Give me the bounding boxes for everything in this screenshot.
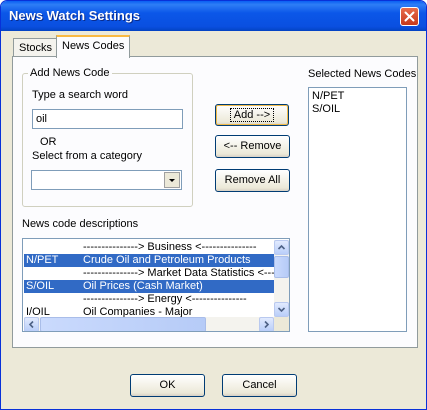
remove-all-button[interactable]: Remove All [215,169,290,192]
add-news-code-legend: Add News Code [28,67,112,79]
add-button[interactable]: Add --> [215,104,289,126]
chevron-down-icon [277,307,286,313]
code-cell: N/PET [26,254,59,266]
chevron-left-icon [28,320,34,329]
ok-button[interactable]: OK [130,374,205,397]
category-dropdown-button[interactable] [164,172,180,188]
description-cell: Crude Oil and Petroleum Products [83,254,251,266]
settings-dialog: News Watch Settings Stocks News Codes Ad… [0,0,427,410]
list-item[interactable]: S/OIL [312,103,403,116]
vertical-scroll-thumb[interactable] [274,256,289,278]
title-bar[interactable]: News Watch Settings [1,1,426,31]
scrollbar-corner [274,317,289,331]
category-header: ---------------> Market Data Statistics … [83,267,274,279]
or-label: OR [40,136,57,148]
list-item[interactable]: N/PET Crude Oil and Petroleum Products [24,254,274,267]
news-code-descriptions-list[interactable]: ---------------> Business <-------------… [22,238,290,332]
selected-codes-list[interactable]: N/PET S/OIL [308,87,407,332]
add-button-label: Add --> [229,108,275,122]
scroll-down-button[interactable] [274,302,289,317]
window-title: News Watch Settings [9,8,140,23]
category-label: Select from a category [32,150,143,162]
list-item[interactable]: S/OIL Oil Prices (Cash Market) [24,280,274,293]
chevron-up-icon [277,244,286,250]
category-select[interactable] [31,170,182,190]
tab-news-codes[interactable]: News Codes [56,35,131,58]
list-item[interactable]: ---------------> Market Data Statistics … [24,267,274,280]
scroll-right-button[interactable] [259,317,274,331]
chevron-down-icon [169,179,175,182]
vertical-scrollbar[interactable] [274,240,289,317]
code-cell: S/OIL [26,280,55,292]
search-input[interactable]: oil [32,109,183,129]
search-label: Type a search word [32,89,128,101]
close-button[interactable] [400,7,419,26]
list-item[interactable]: ---------------> Business <-------------… [24,241,274,254]
category-header: ---------------> Energy <--------------- [83,293,247,305]
horizontal-scroll-thumb[interactable] [40,317,206,331]
list-item[interactable]: N/PET [312,90,403,103]
horizontal-scrollbar[interactable] [24,317,274,331]
tab-stocks[interactable]: Stocks [13,38,59,58]
cancel-button[interactable]: Cancel [222,374,297,397]
description-cell: Oil Prices (Cash Market) [83,280,203,292]
category-header: ---------------> Business <-------------… [83,241,257,253]
list-item[interactable]: ---------------> Energy <--------------- [24,293,274,306]
close-icon [404,11,415,22]
scroll-up-button[interactable] [274,240,289,255]
scroll-left-button[interactable] [24,317,39,331]
selected-codes-label: Selected News Codes [308,68,417,80]
chevron-right-icon [264,320,270,329]
descriptions-label: News code descriptions [22,218,139,230]
remove-button[interactable]: <-- Remove [215,135,290,158]
